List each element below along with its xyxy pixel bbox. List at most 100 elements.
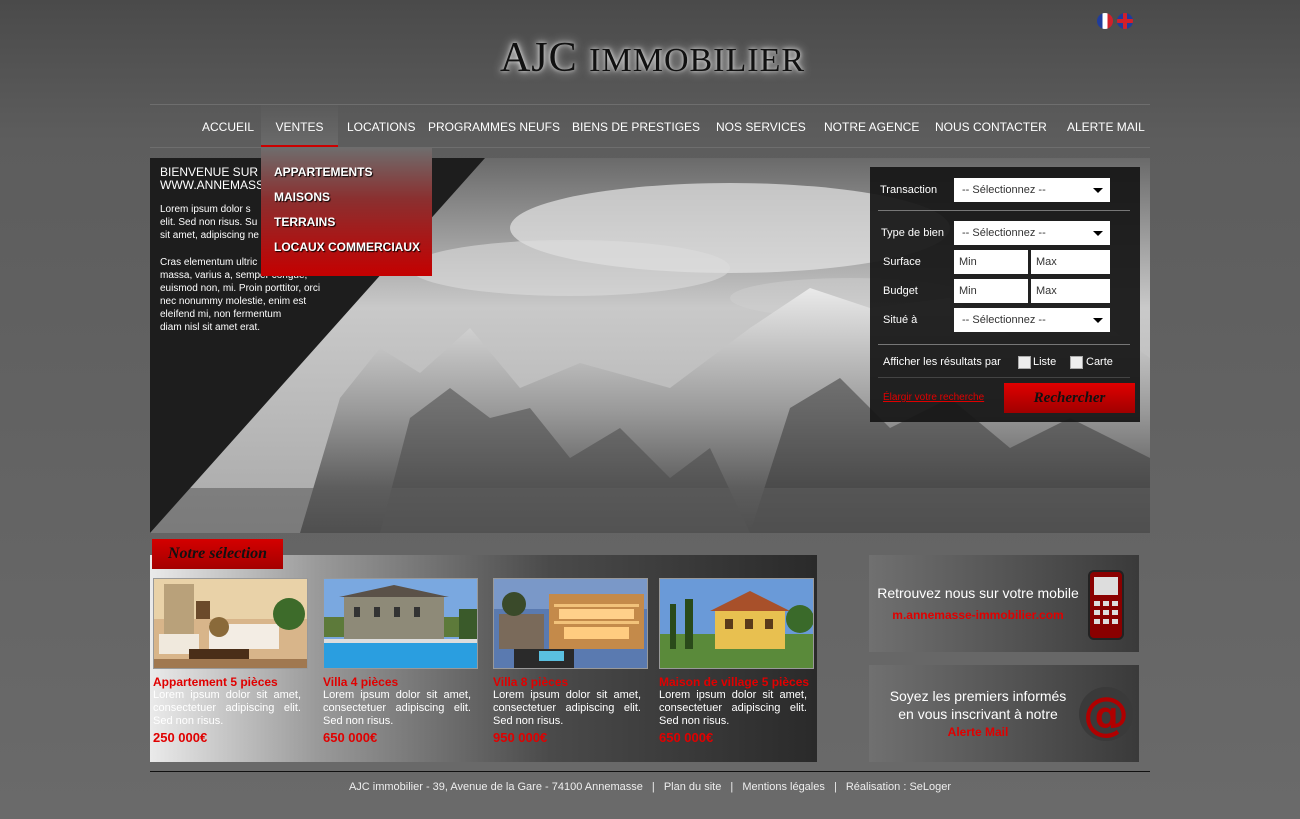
situe-select[interactable]: -- Sélectionnez -- (954, 308, 1110, 332)
search-button[interactable]: Rechercher (1004, 383, 1135, 413)
intro-paragraph-1: Lorem ipsum dolor s elit. Sed non risus.… (160, 203, 259, 242)
budget-min-input[interactable]: Min (954, 279, 1028, 303)
property-image[interactable] (153, 578, 308, 669)
property-description: Lorem ipsum dolor sit amet, consectetuer… (493, 689, 641, 727)
divider (878, 210, 1130, 211)
chevron-down-icon (1093, 318, 1103, 323)
property-image[interactable] (493, 578, 648, 669)
nav-notre-agence[interactable]: NOTRE AGENCE (824, 105, 919, 147)
chevron-down-icon (1093, 188, 1103, 193)
nav-nos-services[interactable]: NOS SERVICES (716, 105, 806, 147)
nav-biens-de-prestiges[interactable]: BIENS DE PRESTIGES (572, 105, 700, 147)
intro-line: elit. Sed non risus. Su (160, 217, 258, 228)
property-title[interactable]: Appartement 5 pièces (153, 675, 278, 689)
intro-line: nec nonummy molestie, enim est (160, 296, 307, 307)
divider (878, 344, 1130, 345)
footer: AJC immobilier - 39, Avenue de la Gare -… (150, 781, 1150, 793)
transaction-select[interactable]: -- Sélectionnez -- (954, 178, 1110, 202)
footer-realisation[interactable]: Réalisation : SeLoger (846, 781, 951, 793)
dropdown-maisons[interactable]: MAISONS (274, 190, 330, 204)
modern-villa-image (494, 579, 647, 668)
surface-label: Surface (883, 256, 921, 268)
surface-min-input[interactable]: Min (954, 250, 1028, 274)
logo-main: AJC (499, 35, 578, 81)
transaction-label: Transaction (880, 184, 938, 196)
property-price: 950 000€ (493, 730, 548, 745)
intro-heading: BIENVENUE SUR WWW.ANNEMASS (160, 166, 264, 192)
footer-separator: | (651, 781, 655, 793)
property-description: Lorem ipsum dolor sit amet, consectetuer… (153, 689, 301, 727)
alert-promo-link[interactable]: Alerte Mail (873, 725, 1083, 739)
property-price: 650 000€ (659, 730, 714, 745)
mobile-promo-link[interactable]: m.annemasse-immobilier.com (873, 608, 1083, 622)
intro-heading-line2: WWW.ANNEMASS (160, 178, 264, 192)
intro-line: diam nisl sit amet erat. (160, 322, 261, 333)
type-label: Type de bien (881, 227, 944, 239)
nav-locations[interactable]: LOCATIONS (347, 105, 415, 147)
property-title[interactable]: Villa 8 pièces (493, 675, 568, 689)
property-description: Lorem ipsum dolor sit amet, consectetuer… (659, 689, 807, 727)
budget-max-input[interactable]: Max (1031, 279, 1110, 303)
alert-mail-promo[interactable]: Soyez les premiers informés en vous insc… (869, 665, 1139, 762)
property-card[interactable]: Maison de village 5 pièces Lorem ipsum d… (659, 578, 814, 745)
results-label: Afficher les résultats par (883, 356, 1001, 368)
dropdown-appartements[interactable]: APPARTEMENTS (274, 165, 372, 179)
situe-label: Situé à (883, 314, 918, 326)
living-room-image (154, 579, 307, 668)
property-description: Lorem ipsum dolor sit amet, consectetuer… (323, 689, 471, 727)
property-image[interactable] (323, 578, 478, 669)
type-value: -- Sélectionnez -- (962, 227, 1046, 239)
property-card[interactable]: Villa 8 pièces Lorem ipsum dolor sit ame… (493, 578, 648, 745)
footer-plan-link[interactable]: Plan du site (664, 781, 721, 793)
intro-line: eleifend mi, non fermentum (160, 309, 282, 320)
property-price: 650 000€ (323, 730, 378, 745)
nav-alerte-mail[interactable]: ALERTE MAIL (1067, 105, 1145, 147)
dropdown-terrains[interactable]: TERRAINS (274, 215, 335, 229)
village-house-image (660, 579, 813, 668)
transaction-value: -- Sélectionnez -- (962, 184, 1046, 196)
liste-label: Liste (1033, 356, 1057, 368)
budget-label: Budget (883, 285, 918, 297)
nav-programmes-neufs[interactable]: PROGRAMMES NEUFS (428, 105, 560, 147)
dropdown-locaux-commerciaux[interactable]: LOCAUX COMMERCIAUX (274, 240, 420, 254)
selection-tab: Notre sélection (152, 539, 283, 569)
mobile-phone-icon (1088, 570, 1124, 640)
footer-mentions-link[interactable]: Mentions légales (742, 781, 825, 793)
chevron-down-icon (1093, 231, 1103, 236)
elargir-link[interactable]: Élargir votre recherche (883, 392, 984, 403)
nav-ventes[interactable]: VENTES (261, 105, 338, 147)
property-price: 250 000€ (153, 730, 208, 745)
footer-divider (150, 771, 1150, 772)
type-select[interactable]: -- Sélectionnez -- (954, 221, 1110, 245)
property-title[interactable]: Maison de village 5 pièces (659, 675, 809, 689)
liste-checkbox[interactable] (1018, 356, 1031, 369)
footer-address: AJC immobilier - 39, Avenue de la Gare -… (348, 781, 643, 793)
carte-checkbox[interactable] (1070, 356, 1083, 369)
english-flag-icon[interactable] (1117, 13, 1133, 29)
at-sign-icon: @ (1079, 687, 1133, 741)
alert-promo-line2: en vous inscrivant à notre (898, 706, 1058, 722)
intro-line: Lorem ipsum dolor s (160, 204, 251, 215)
mobile-promo[interactable]: Retrouvez nous sur votre mobile m.annema… (869, 555, 1139, 652)
intro-line: sit amet, adipiscing ne (160, 230, 259, 241)
surface-max-input[interactable]: Max (1031, 250, 1110, 274)
divider (878, 377, 1130, 378)
intro-line: euismod non, mi. Proin porttitor, orci (160, 283, 321, 294)
main-nav: ACCUEIL VENTES LOCATIONS PROGRAMMES NEUF… (150, 104, 1150, 148)
footer-separator: | (833, 781, 837, 793)
french-flag-icon[interactable] (1097, 13, 1113, 29)
property-card[interactable]: Appartement 5 pièces Lorem ipsum dolor s… (153, 578, 308, 745)
property-image[interactable] (659, 578, 814, 669)
property-card[interactable]: Villa 4 pièces Lorem ipsum dolor sit ame… (323, 578, 478, 745)
nav-accueil[interactable]: ACCUEIL (202, 105, 254, 147)
property-title[interactable]: Villa 4 pièces (323, 675, 398, 689)
footer-separator: | (730, 781, 734, 793)
nav-nous-contacter[interactable]: NOUS CONTACTER (935, 105, 1047, 147)
site-logo[interactable]: AJC Immobilier (480, 34, 825, 82)
villa-pool-image (324, 579, 477, 668)
mobile-promo-text: Retrouvez nous sur votre mobile (877, 585, 1079, 601)
situe-value: -- Sélectionnez -- (962, 314, 1046, 326)
logo-rest: Immobilier (589, 42, 806, 79)
alert-promo-line1: Soyez les premiers informés (889, 688, 1067, 704)
ventes-dropdown: APPARTEMENTS MAISONS TERRAINS LOCAUX COM… (261, 147, 432, 276)
